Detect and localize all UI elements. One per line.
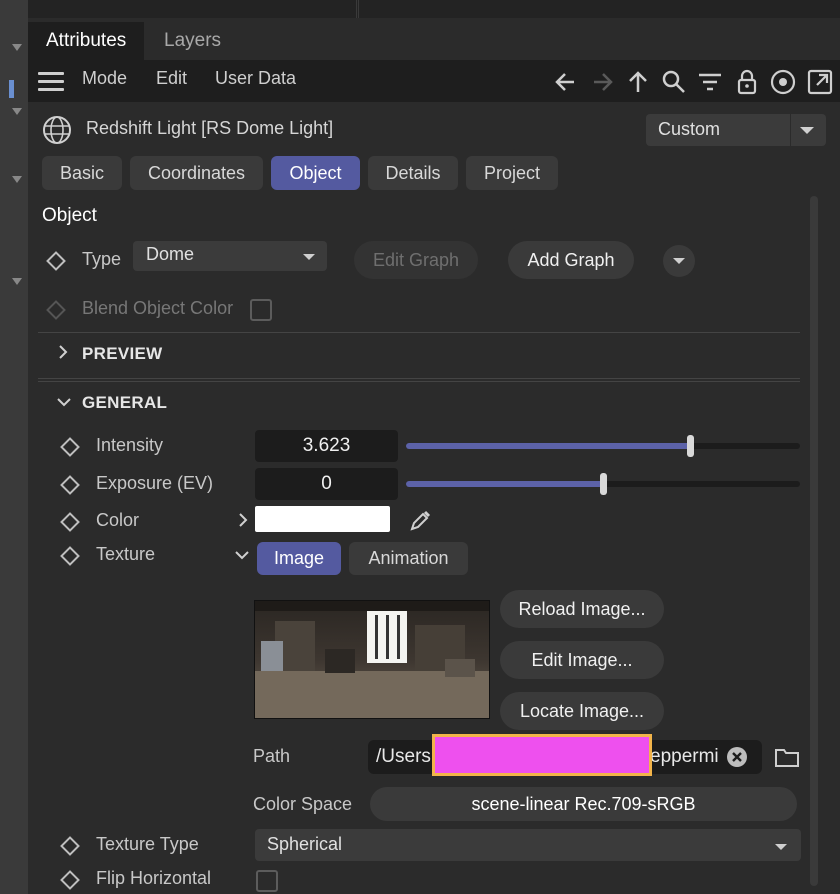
intensity-slider[interactable]	[406, 435, 800, 457]
chevron-down-icon	[303, 254, 315, 260]
chevron-down-icon	[800, 127, 814, 134]
tab-animation[interactable]: Animation	[349, 542, 468, 575]
preset-value: Custom	[658, 119, 721, 139]
target-icon[interactable]	[769, 68, 797, 96]
edit-image-button[interactable]: Edit Image...	[500, 641, 664, 679]
chevron-down-icon[interactable]	[56, 395, 72, 409]
collapse-arrow-icon[interactable]	[12, 278, 22, 285]
texture-type-dropdown[interactable]: Spherical	[255, 829, 801, 861]
general-group-header[interactable]: GENERAL	[82, 393, 167, 413]
tab-project[interactable]: Project	[466, 156, 558, 190]
flip-horizontal-checkbox[interactable]	[256, 870, 278, 892]
object-title: Redshift Light [RS Dome Light]	[86, 118, 334, 138]
locate-image-button[interactable]: Locate Image...	[500, 692, 664, 730]
reload-image-button[interactable]: Reload Image...	[500, 590, 664, 628]
chevron-down-icon	[775, 844, 787, 850]
search-icon[interactable]	[660, 68, 688, 96]
tab-details[interactable]: Details	[368, 156, 458, 190]
blend-checkbox[interactable]	[250, 299, 272, 321]
add-graph-button[interactable]: Add Graph	[508, 241, 634, 279]
exposure-slider[interactable]	[406, 473, 800, 495]
globe-icon	[43, 116, 71, 144]
eyedropper-icon[interactable]	[408, 507, 434, 533]
intensity-slider-handle[interactable]	[686, 435, 694, 457]
tab-attributes[interactable]: Attributes	[28, 22, 145, 60]
left-dock-strip	[0, 0, 29, 894]
exposure-field[interactable]: 0	[255, 468, 398, 500]
forward-arrow-icon[interactable]	[588, 68, 616, 96]
hamburger-menu-icon[interactable]	[38, 72, 64, 91]
redaction-box	[432, 734, 652, 776]
back-arrow-icon[interactable]	[552, 68, 580, 96]
exposure-slider-handle[interactable]	[600, 473, 607, 495]
preview-group-header[interactable]: PREVIEW	[82, 344, 163, 364]
vertical-scrollbar[interactable]	[810, 196, 818, 886]
texture-thumbnail	[254, 600, 490, 719]
chevron-right-icon[interactable]	[236, 512, 250, 528]
texture-type-label: Texture Type	[96, 834, 199, 854]
intensity-field[interactable]: 3.623	[255, 430, 398, 462]
intensity-label: Intensity	[96, 435, 164, 455]
path-label: Path	[253, 746, 291, 766]
edit-graph-button[interactable]: Edit Graph	[354, 241, 478, 279]
menu-mode[interactable]: Mode	[82, 68, 127, 89]
chevron-down-icon[interactable]	[234, 548, 250, 562]
colorspace-label: Color Space	[253, 794, 353, 814]
tab-image[interactable]: Image	[257, 542, 341, 575]
clear-path-icon[interactable]	[726, 746, 748, 768]
collapse-arrow-icon[interactable]	[12, 44, 22, 51]
chevron-down-icon	[673, 258, 685, 264]
filter-icon[interactable]	[696, 68, 724, 96]
type-value: Dome	[146, 244, 195, 264]
tab-object[interactable]: Object	[271, 156, 360, 190]
exposure-slider-fill	[406, 481, 603, 487]
menu-edit[interactable]: Edit	[156, 68, 187, 89]
intensity-slider-fill	[406, 443, 690, 449]
tab-layers[interactable]: Layers	[146, 22, 239, 60]
color-label: Color	[96, 510, 140, 530]
tab-basic[interactable]: Basic	[42, 156, 122, 190]
exposure-label: Exposure (EV)	[96, 473, 214, 493]
type-label: Type	[82, 249, 122, 269]
dock-indicator	[9, 80, 14, 98]
texture-label: Texture	[96, 544, 156, 564]
path-start-text: /Users	[376, 746, 431, 767]
colorspace-field[interactable]: scene-linear Rec.709-sRGB	[370, 787, 797, 821]
folder-icon[interactable]	[774, 746, 800, 768]
type-dropdown[interactable]: Dome	[133, 241, 327, 271]
path-end-text: eppermi	[650, 746, 719, 767]
graph-options-button[interactable]	[663, 245, 695, 277]
open-new-window-icon[interactable]	[806, 68, 834, 96]
texture-type-value: Spherical	[267, 834, 343, 854]
color-swatch[interactable]	[255, 506, 390, 532]
tab-coordinates[interactable]: Coordinates	[130, 156, 263, 190]
menu-user-data[interactable]: User Data	[215, 68, 296, 89]
chevron-right-icon[interactable]	[56, 344, 70, 360]
flip-horizontal-label: Flip Horizontal	[96, 868, 212, 888]
up-arrow-icon[interactable]	[624, 68, 652, 96]
lock-icon[interactable]	[733, 68, 761, 96]
section-title: Object	[42, 205, 97, 226]
top-edge-bar	[28, 0, 840, 18]
preset-dropdown[interactable]: Custom	[646, 114, 826, 146]
collapse-arrow-icon[interactable]	[12, 108, 22, 115]
blend-label: Blend Object Color	[82, 298, 234, 318]
collapse-arrow-icon[interactable]	[12, 176, 22, 183]
